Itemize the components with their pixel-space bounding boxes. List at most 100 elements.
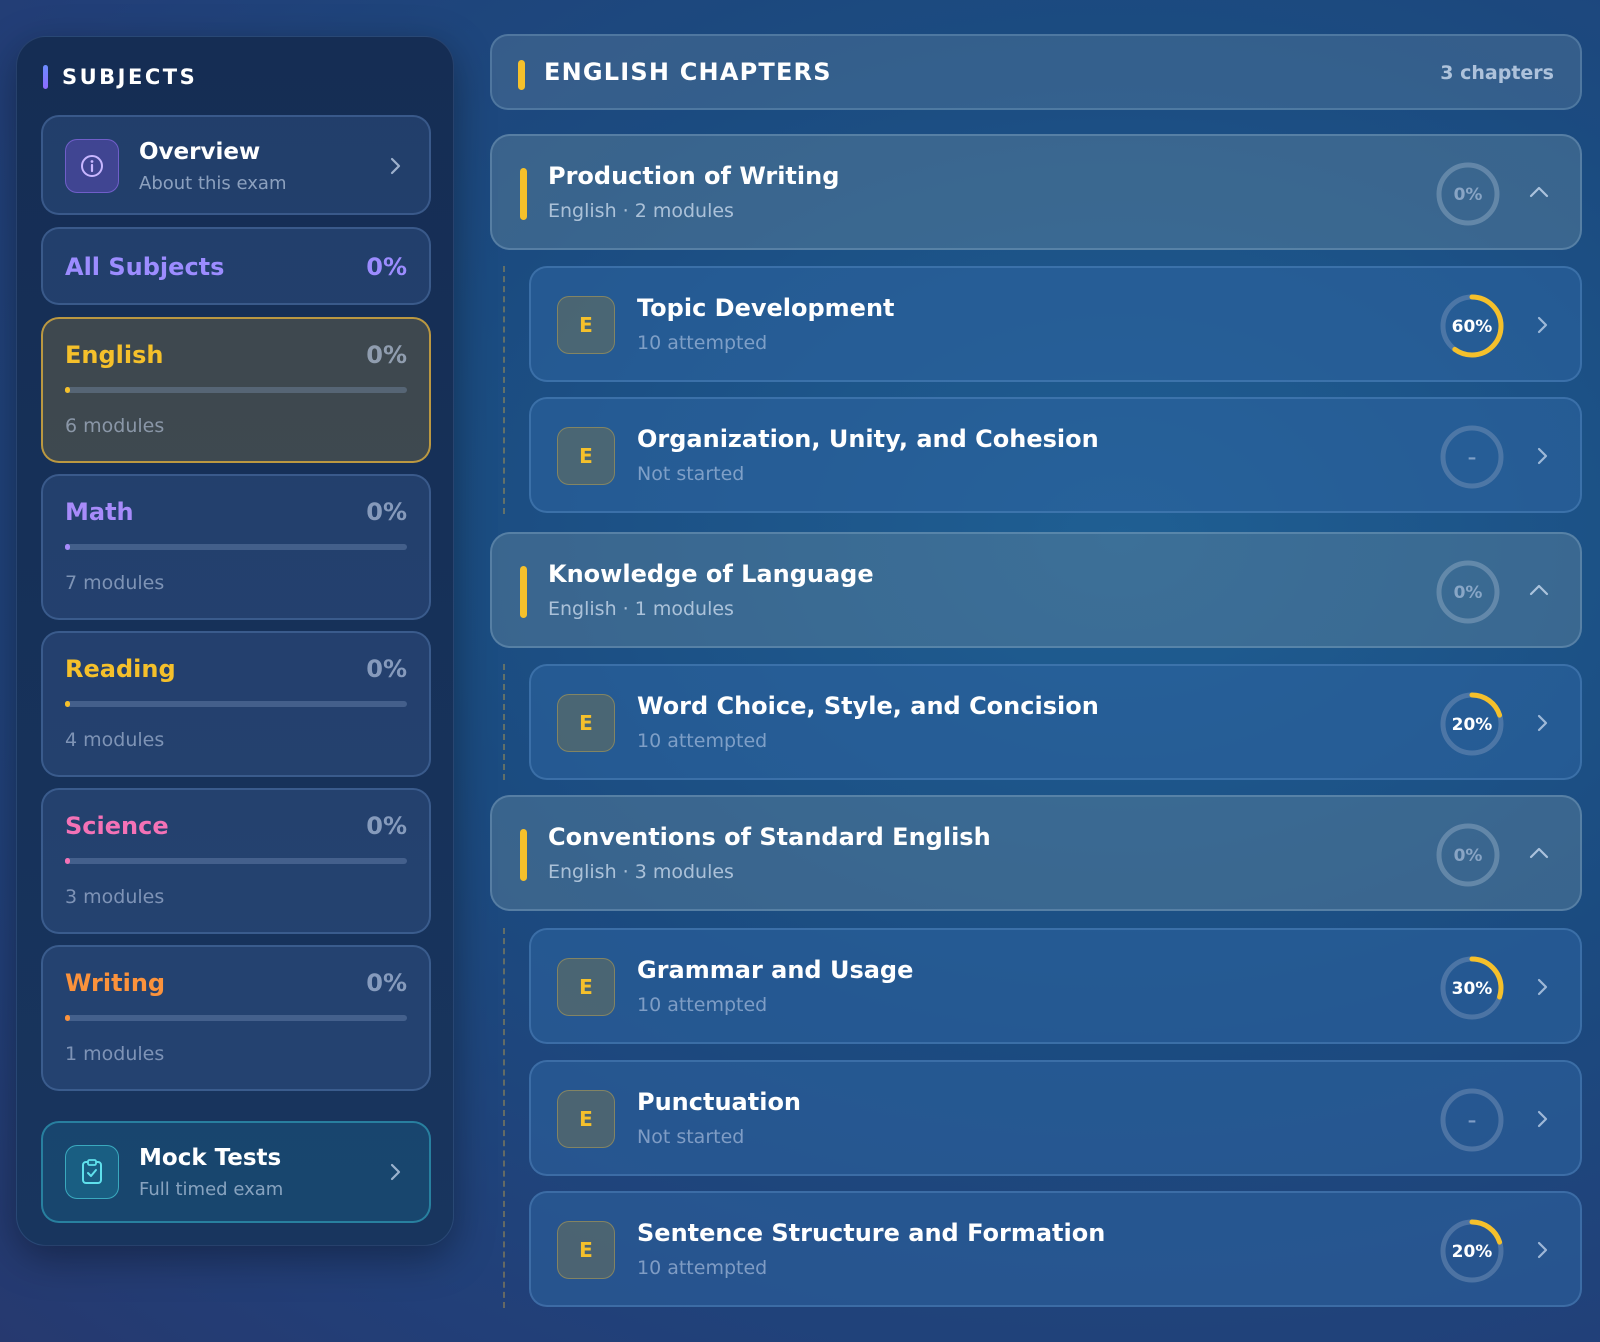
module-name: Organization, Unity, and Cohesion	[637, 425, 1099, 453]
module-status: Not started	[637, 1126, 745, 1148]
subject-card-reading[interactable]: Reading 0% 4 modules	[41, 631, 431, 777]
ring-percent-label: 20%	[1452, 715, 1493, 735]
module-progress-ring: 60%	[1438, 292, 1506, 364]
subject-name: Math	[65, 498, 134, 526]
subject-percent: 0%	[366, 341, 407, 369]
module-badge: E	[557, 694, 615, 752]
module-sentence-structure-formation[interactable]: E Sentence Structure and Formation 10 at…	[529, 1191, 1582, 1307]
sidebar-title-accent	[43, 65, 48, 89]
module-status: 10 attempted	[637, 994, 768, 1016]
chapters-count: 3 chapters	[1440, 62, 1554, 84]
ring-percent-label: 20%	[1452, 1242, 1493, 1262]
all-subjects-label: All Subjects	[65, 253, 225, 281]
module-grammar-and-usage[interactable]: E Grammar and Usage 10 attempted 30%	[529, 928, 1582, 1044]
subject-progress-fill	[65, 1015, 70, 1021]
all-subjects-card[interactable]: All Subjects 0%	[41, 227, 431, 305]
subject-progress-fill	[65, 387, 70, 393]
chevron-right-icon	[1536, 445, 1550, 471]
subject-name: Science	[65, 812, 169, 840]
chapter-connector-line	[503, 928, 505, 1308]
subject-card-science[interactable]: Science 0% 3 modules	[41, 788, 431, 934]
chapter-connector-line	[503, 266, 505, 514]
subject-progress-fill	[65, 701, 70, 707]
ring-percent-label: 0%	[1454, 846, 1483, 866]
module-badge: E	[557, 296, 615, 354]
chapter-accent-bar	[520, 829, 527, 881]
ring-percent-label: 0%	[1454, 185, 1483, 205]
chevron-right-icon	[1536, 1108, 1550, 1134]
chevron-right-icon	[1536, 314, 1550, 340]
subject-percent: 0%	[366, 812, 407, 840]
ring-percent-label: –	[1468, 1111, 1477, 1131]
module-badge: E	[557, 958, 615, 1016]
subject-progress-fill	[65, 544, 70, 550]
chevron-right-icon	[1536, 712, 1550, 738]
subject-module-count: 7 modules	[65, 572, 165, 594]
subject-percent: 0%	[366, 498, 407, 526]
chapters-header: ENGLISH CHAPTERS 3 chapters	[490, 34, 1582, 110]
chapter-subtitle: English · 3 modules	[548, 861, 734, 883]
chapter-progress-ring: 0%	[1434, 558, 1502, 630]
module-badge: E	[557, 1090, 615, 1148]
chevron-right-icon	[389, 1161, 403, 1187]
sidebar-title-text: SUBJECTS	[62, 65, 198, 89]
module-progress-ring: 30%	[1438, 954, 1506, 1026]
module-badge: E	[557, 427, 615, 485]
chevron-up-icon[interactable]	[1528, 184, 1550, 203]
subject-card-math[interactable]: Math 0% 7 modules	[41, 474, 431, 620]
sidebar-title: SUBJECTS	[43, 65, 197, 89]
module-progress-ring: 20%	[1438, 1217, 1506, 1289]
chevron-right-icon	[1536, 976, 1550, 1002]
chapter-knowledge-of-language[interactable]: Knowledge of Language English · 1 module…	[490, 532, 1582, 648]
subject-progress-bar	[65, 858, 407, 864]
module-name: Topic Development	[637, 294, 895, 322]
ring-percent-label: –	[1468, 448, 1477, 468]
overview-card[interactable]: Overview About this exam	[41, 115, 431, 215]
subjects-sidebar: SUBJECTS Overview About this exam All Su…	[16, 36, 454, 1246]
module-name: Word Choice, Style, and Concision	[637, 692, 1099, 720]
subject-progress-fill	[65, 858, 70, 864]
subject-name: Reading	[65, 655, 176, 683]
chapter-name: Conventions of Standard English	[548, 823, 991, 851]
chapter-name: Knowledge of Language	[548, 560, 874, 588]
module-topic-development[interactable]: E Topic Development 10 attempted 60%	[529, 266, 1582, 382]
mock-tests-card[interactable]: Mock Tests Full timed exam	[41, 1121, 431, 1223]
subject-progress-bar	[65, 1015, 407, 1021]
module-punctuation[interactable]: E Punctuation Not started –	[529, 1060, 1582, 1176]
chapter-progress-ring: 0%	[1434, 160, 1502, 232]
info-icon	[65, 139, 119, 193]
subject-card-writing[interactable]: Writing 0% 1 modules	[41, 945, 431, 1091]
header-accent-bar	[518, 60, 525, 90]
module-progress-ring: 20%	[1438, 690, 1506, 762]
subject-module-count: 3 modules	[65, 886, 165, 908]
module-status: 10 attempted	[637, 730, 768, 752]
all-subjects-percent: 0%	[366, 253, 407, 281]
chapter-production-of-writing[interactable]: Production of Writing English · 2 module…	[490, 134, 1582, 250]
chapter-subtitle: English · 1 modules	[548, 598, 734, 620]
subject-progress-bar	[65, 544, 407, 550]
chapter-progress-ring: 0%	[1434, 821, 1502, 893]
overview-subtitle: About this exam	[139, 173, 287, 194]
ring-percent-label: 30%	[1452, 979, 1493, 999]
subject-card-english[interactable]: English 0% 6 modules	[41, 317, 431, 463]
subject-module-count: 1 modules	[65, 1043, 165, 1065]
module-word-choice-style-concision[interactable]: E Word Choice, Style, and Concision 10 a…	[529, 664, 1582, 780]
subject-name: Writing	[65, 969, 166, 997]
subject-progress-bar	[65, 701, 407, 707]
chapter-name: Production of Writing	[548, 162, 840, 190]
clipboard-check-icon	[65, 1145, 119, 1199]
module-name: Grammar and Usage	[637, 956, 914, 984]
module-organization-unity-cohesion[interactable]: E Organization, Unity, and Cohesion Not …	[529, 397, 1582, 513]
chapter-subtitle: English · 2 modules	[548, 200, 734, 222]
chapters-title: ENGLISH CHAPTERS	[544, 58, 832, 86]
chevron-up-icon[interactable]	[1528, 845, 1550, 864]
mock-tests-title: Mock Tests	[139, 1145, 282, 1171]
chevron-up-icon[interactable]	[1528, 582, 1550, 601]
module-progress-ring: –	[1438, 423, 1506, 495]
ring-percent-label: 60%	[1452, 317, 1493, 337]
chapter-conventions-of-standard-english[interactable]: Conventions of Standard English English …	[490, 795, 1582, 911]
subject-name: English	[65, 341, 164, 369]
module-name: Punctuation	[637, 1088, 802, 1116]
mock-tests-subtitle: Full timed exam	[139, 1179, 284, 1200]
subject-module-count: 4 modules	[65, 729, 165, 751]
